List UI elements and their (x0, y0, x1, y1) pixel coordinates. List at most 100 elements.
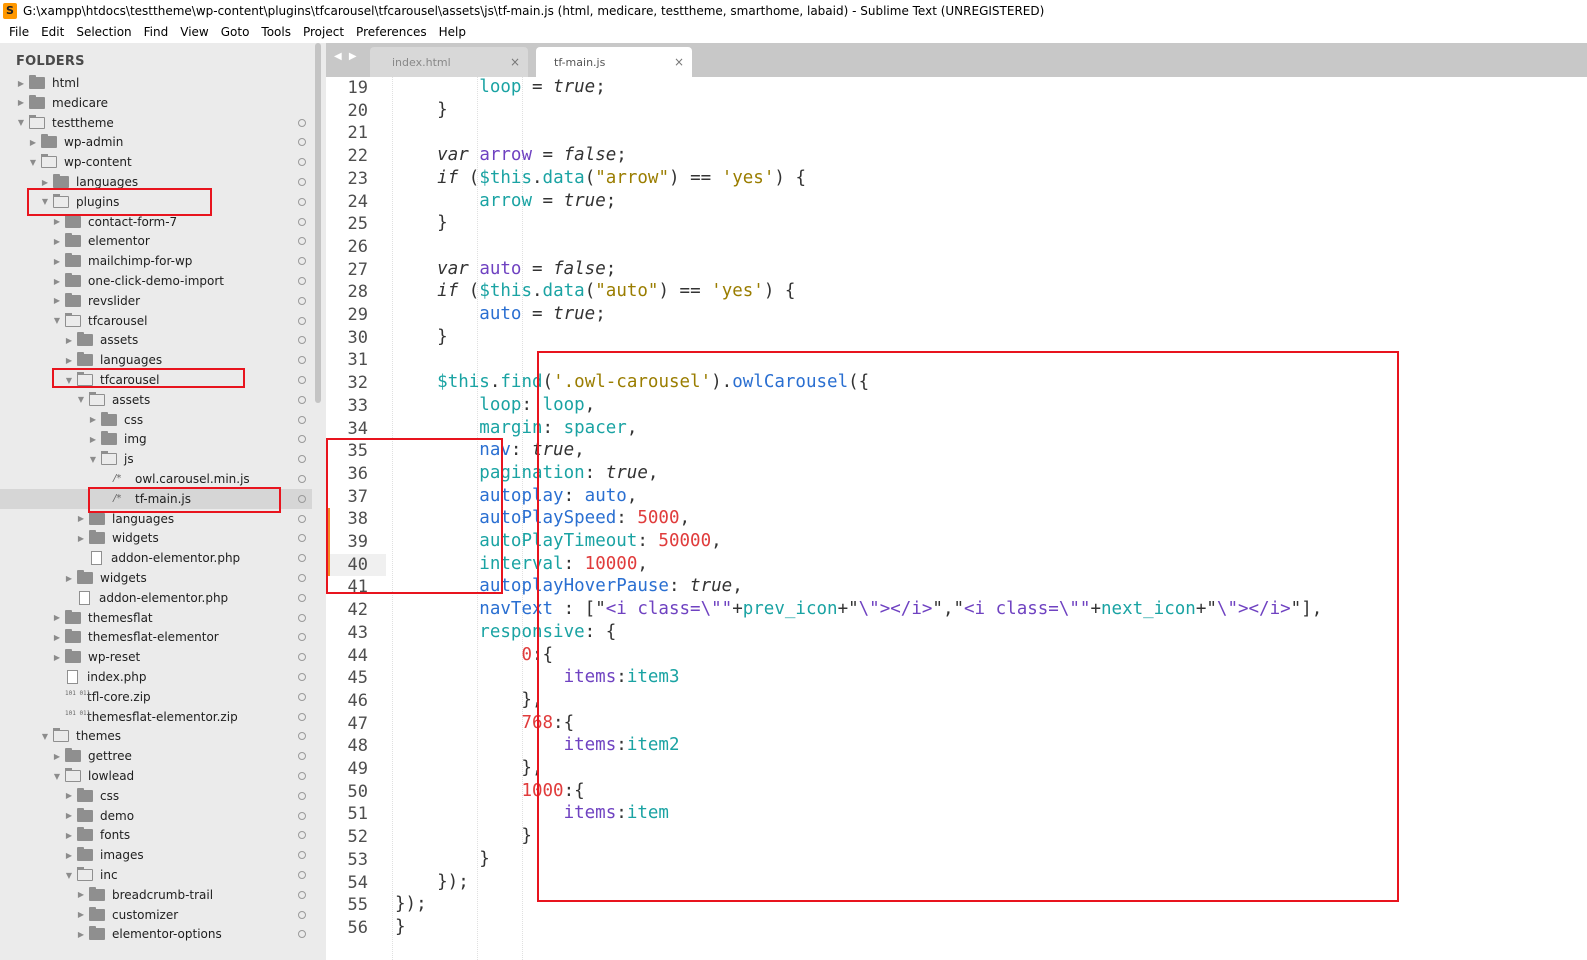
code-line[interactable]: 0:{ (395, 645, 553, 668)
disclosure-collapsed-icon[interactable]: ▶ (64, 355, 74, 365)
tree-item[interactable]: index.php (0, 667, 312, 687)
code-line[interactable]: autoplay: auto, (395, 486, 637, 509)
code-line[interactable]: }); (395, 894, 427, 917)
disclosure-collapsed-icon[interactable]: ▶ (76, 533, 86, 543)
code-line[interactable]: } (395, 849, 490, 872)
disclosure-collapsed-icon[interactable]: ▶ (76, 929, 86, 939)
code-line[interactable]: items:item (395, 803, 669, 826)
tree-item[interactable]: ▶ revslider (0, 291, 312, 311)
tree-item[interactable]: ▶ one-click-demo-import (0, 271, 312, 291)
code-line[interactable]: }); (395, 872, 469, 895)
tree-item[interactable]: ▶ images (0, 845, 312, 865)
tree-item[interactable]: addon-elementor.php (0, 548, 312, 568)
disclosure-collapsed-icon[interactable]: ▶ (52, 217, 62, 227)
disclosure-collapsed-icon[interactable]: ▶ (16, 98, 26, 108)
tree-item[interactable]: ▼ themes (0, 726, 312, 746)
tree-item[interactable]: ▶ languages (0, 172, 312, 192)
menu-help[interactable]: Help (434, 25, 471, 39)
tree-item[interactable]: ▶ themesflat-elementor (0, 627, 312, 647)
menu-project[interactable]: Project (298, 25, 349, 39)
tree-item[interactable]: addon-elementor.php (0, 588, 312, 608)
code-line[interactable]: if ($this.data("arrow") == 'yes') { (395, 168, 806, 191)
disclosure-collapsed-icon[interactable]: ▶ (16, 78, 26, 88)
disclosure-collapsed-icon[interactable]: ▶ (40, 177, 50, 187)
tree-item[interactable]: 101 011 tfl-core.zip (0, 687, 312, 707)
tree-item[interactable]: ▶ html (0, 73, 312, 93)
code-line[interactable]: var arrow = false; (395, 145, 627, 168)
tab-scroll-arrows-icon[interactable]: ◀ ▶ (334, 51, 359, 62)
disclosure-expanded-icon[interactable]: ▼ (52, 316, 62, 326)
disclosure-collapsed-icon[interactable]: ▶ (64, 811, 74, 821)
tree-item[interactable]: ▶ widgets (0, 528, 312, 548)
code-line[interactable]: $this.find('.owl-carousel').owlCarousel(… (395, 372, 869, 395)
code-line[interactable]: if ($this.data("auto") == 'yes') { (395, 281, 795, 304)
tree-item[interactable]: ▶ elementor-options (0, 924, 312, 944)
tree-item[interactable]: ▼ js (0, 449, 312, 469)
close-icon[interactable]: × (674, 55, 684, 69)
disclosure-collapsed-icon[interactable]: ▶ (52, 652, 62, 662)
tree-item[interactable]: ▼ lowlead (0, 766, 312, 786)
code-line[interactable]: loop = true; (395, 77, 605, 100)
tree-item[interactable]: /* owl.carousel.min.js (0, 469, 312, 489)
menu-tools[interactable]: Tools (256, 25, 296, 39)
tree-item[interactable]: /* tf-main.js (0, 488, 312, 509)
code-line[interactable]: loop: loop, (395, 395, 595, 418)
code-line[interactable]: items:item3 (395, 667, 680, 690)
disclosure-collapsed-icon[interactable]: ▶ (52, 613, 62, 623)
disclosure-expanded-icon[interactable]: ▼ (64, 870, 74, 880)
menu-goto[interactable]: Goto (216, 25, 255, 39)
tree-item[interactable]: ▶ wp-reset (0, 647, 312, 667)
disclosure-collapsed-icon[interactable]: ▶ (52, 256, 62, 266)
code-line[interactable]: autoplayHoverPause: true, (395, 576, 742, 599)
menu-selection[interactable]: Selection (71, 25, 136, 39)
code-line[interactable]: interval: 10000, (395, 554, 648, 577)
tree-item[interactable]: ▶ fonts (0, 825, 312, 845)
code-line[interactable]: autoPlaySpeed: 5000, (395, 508, 690, 531)
code-line[interactable]: }, (395, 758, 542, 781)
disclosure-collapsed-icon[interactable]: ▶ (88, 415, 98, 425)
tree-item[interactable]: ▼ plugins (0, 192, 312, 212)
disclosure-collapsed-icon[interactable]: ▶ (64, 830, 74, 840)
tree-item[interactable]: ▶ elementor (0, 231, 312, 251)
tree-item[interactable]: ▶ contact-form-7 (0, 212, 312, 232)
sidebar-scrollbar[interactable] (315, 43, 321, 403)
code-line[interactable]: auto = true; (395, 304, 605, 327)
disclosure-collapsed-icon[interactable]: ▶ (52, 751, 62, 761)
menu-preferences[interactable]: Preferences (351, 25, 432, 39)
tree-item[interactable]: ▼ tfcarousel (0, 311, 312, 331)
disclosure-collapsed-icon[interactable]: ▶ (88, 434, 98, 444)
disclosure-expanded-icon[interactable]: ▼ (76, 395, 86, 405)
tree-item[interactable]: ▶ themesflat (0, 608, 312, 628)
disclosure-collapsed-icon[interactable]: ▶ (52, 236, 62, 246)
menu-file[interactable]: File (4, 25, 34, 39)
close-icon[interactable]: × (510, 55, 520, 69)
code-line[interactable]: } (395, 917, 406, 940)
disclosure-expanded-icon[interactable]: ▼ (40, 197, 50, 207)
disclosure-collapsed-icon[interactable]: ▶ (52, 296, 62, 306)
code-line[interactable]: 768:{ (395, 713, 574, 736)
tree-item[interactable]: 101 011 themesflat-elementor.zip (0, 707, 312, 727)
code-line[interactable]: responsive: { (395, 622, 616, 645)
menu-view[interactable]: View (175, 25, 213, 39)
tree-item[interactable]: ▶ languages (0, 509, 312, 529)
tree-item[interactable]: ▶ demo (0, 806, 312, 826)
disclosure-collapsed-icon[interactable]: ▶ (64, 573, 74, 583)
disclosure-collapsed-icon[interactable]: ▶ (52, 632, 62, 642)
disclosure-collapsed-icon[interactable]: ▶ (52, 276, 62, 286)
code-line[interactable]: } (395, 826, 532, 849)
tree-item[interactable]: ▶ customizer (0, 905, 312, 925)
code-line[interactable]: } (395, 213, 448, 236)
code-line[interactable]: items:item2 (395, 735, 680, 758)
tree-item[interactable]: ▼ tfcarousel (0, 370, 312, 390)
tree-item[interactable]: ▶ img (0, 429, 312, 449)
disclosure-collapsed-icon[interactable]: ▶ (28, 137, 38, 147)
tree-item[interactable]: ▶ languages (0, 350, 312, 370)
tab-tf-main-js[interactable]: tf-main.js × (536, 47, 692, 77)
tree-item[interactable]: ▼ wp-content (0, 152, 312, 172)
tree-item[interactable]: ▶ wp-admin (0, 132, 312, 152)
disclosure-collapsed-icon[interactable]: ▶ (76, 514, 86, 524)
code-line[interactable]: } (395, 100, 448, 123)
code-line[interactable]: nav: true, (395, 440, 584, 463)
code-line[interactable]: pagination: true, (395, 463, 658, 486)
tree-item[interactable]: ▼ assets (0, 390, 312, 410)
